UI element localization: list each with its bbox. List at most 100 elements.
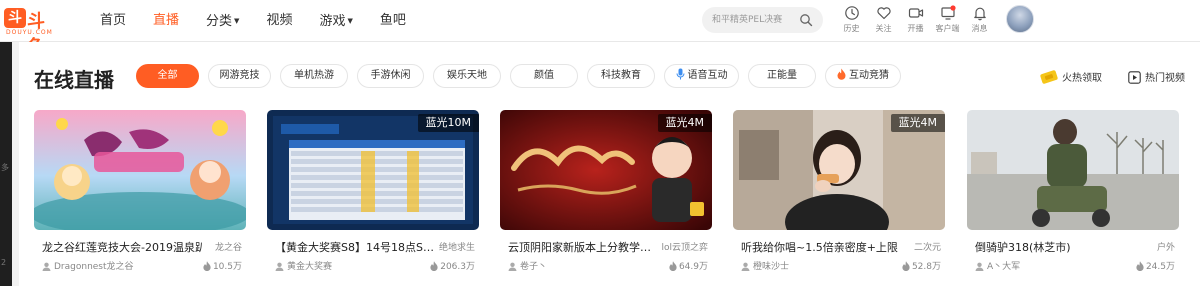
heart-icon: [876, 7, 891, 20]
sidebar-glyph: 多: [1, 163, 9, 172]
stream-host[interactable]: 橙味沙士: [741, 259, 789, 272]
nav-fishbar[interactable]: 鱼吧: [380, 0, 406, 42]
filter-all[interactable]: 全部: [136, 64, 199, 88]
stream-category[interactable]: 二次元: [914, 240, 941, 253]
video-play-icon: [1128, 71, 1141, 84]
nav-video[interactable]: 视频: [266, 0, 292, 42]
client-label: 客户端: [935, 24, 960, 33]
stream-thumbnail[interactable]: [967, 110, 1179, 230]
live-room-card[interactable]: 蓝光10M 【黄金大奖赛S8】14号18点S… 绝地求生 黄金大奖赛 206.3…: [267, 110, 479, 286]
user-icon: [42, 262, 51, 271]
main-content: 在线直播 全部 网游竞技 单机热游 手游休闲 娱乐天地 颜值 科技教育 语音互动…: [12, 42, 1200, 286]
hot-get-link[interactable]: 火热领取: [1040, 69, 1102, 84]
nav-live[interactable]: 直播: [153, 0, 179, 42]
stream-heat: 10.5万: [203, 259, 242, 272]
filter-positive-energy[interactable]: 正能量: [748, 64, 816, 88]
stream-host[interactable]: 卷子丶: [508, 259, 547, 272]
stream-title[interactable]: 云顶阴阳家新版本上分教学…: [508, 239, 668, 255]
user-icon: [741, 262, 750, 271]
stream-host[interactable]: Dragonnest龙之谷: [42, 259, 134, 272]
stream-title[interactable]: 听我给你唱~1.5倍亲密度+上限: [741, 239, 901, 255]
stream-heat: 24.5万: [1136, 259, 1175, 272]
fire-icon: [430, 261, 438, 271]
fire-icon: [1136, 261, 1144, 271]
header-tools: 历史 关注 开播 客户端 消息: [836, 5, 996, 34]
quality-badge: 蓝光4M: [890, 114, 945, 132]
messages-label: 消息: [971, 24, 988, 33]
category-filters: 全部 网游竞技 单机热游 手游休闲 娱乐天地 颜值 科技教育 语音互动 正能量 …: [136, 64, 910, 88]
avatar[interactable]: [1006, 5, 1034, 33]
history-button[interactable]: 历史: [836, 5, 867, 34]
stream-thumbnail[interactable]: 蓝光10M: [267, 110, 479, 230]
stream-heat: 64.9万: [669, 259, 708, 272]
stream-thumbnail[interactable]: 蓝光4M: [500, 110, 712, 230]
stream-title[interactable]: 倒骑驴318(林芝市): [975, 239, 1135, 255]
flame-icon: [837, 68, 846, 80]
history-label: 历史: [843, 24, 860, 33]
fire-icon: [669, 261, 677, 271]
user-icon: [275, 262, 284, 271]
live-room-card[interactable]: 蓝光4M 云顶阴阳家新版本上分教学… lol云顶之弈 卷子丶 64.9万: [500, 110, 712, 286]
start-stream-label: 开播: [907, 24, 924, 33]
camera-icon: [908, 8, 923, 18]
clock-icon: [844, 6, 859, 20]
monitor-icon: [940, 5, 956, 20]
page-title: 在线直播: [34, 68, 114, 92]
fire-icon: [902, 261, 910, 271]
stream-thumbnail[interactable]: [34, 110, 246, 230]
hot-video-link[interactable]: 热门视频: [1128, 69, 1185, 84]
filter-single-games[interactable]: 单机热游: [280, 64, 348, 88]
live-room-card[interactable]: 倒骑驴318(林芝市) 户外 A丶大军 24.5万: [967, 110, 1179, 286]
chevron-down-icon: ▼: [234, 17, 240, 25]
stream-heat: 206.3万: [430, 259, 475, 272]
user-icon: [508, 262, 517, 271]
stream-category[interactable]: 绝地求生: [439, 240, 475, 253]
logo-subtext: DOUYU.COM: [6, 29, 53, 36]
nav-home[interactable]: 首页: [100, 0, 126, 42]
filter-beauty[interactable]: 颜值: [510, 64, 578, 88]
quality-badge: 蓝光10M: [417, 114, 479, 132]
fire-icon: [203, 261, 211, 271]
user-icon: [975, 262, 984, 271]
stream-title[interactable]: 【黄金大奖赛S8】14号18点S…: [275, 239, 435, 255]
filter-entertainment[interactable]: 娱乐天地: [433, 64, 501, 88]
live-panel: 在线直播 全部 网游竞技 单机热游 手游休闲 娱乐天地 颜值 科技教育 语音互动…: [19, 42, 1200, 286]
filter-voice[interactable]: 语音互动: [664, 64, 739, 88]
search-icon[interactable]: [799, 13, 813, 27]
thumbnail-art: [34, 110, 246, 230]
filter-quiz[interactable]: 互动竞猜: [825, 64, 901, 88]
nav-games[interactable]: 游戏 ▼: [319, 0, 352, 42]
ticket-icon: [1040, 70, 1058, 84]
messages-button[interactable]: 消息: [964, 5, 995, 34]
start-stream-button[interactable]: 开播: [900, 5, 931, 34]
stream-thumbnail[interactable]: 蓝光4M: [733, 110, 945, 230]
stream-category[interactable]: 龙之谷: [215, 240, 242, 253]
filter-tech-education[interactable]: 科技教育: [587, 64, 655, 88]
sidebar-glyph: 2: [1, 258, 7, 267]
left-sidebar-strip: 多 2: [0, 42, 12, 286]
live-room-card[interactable]: 龙之谷红莲竞技大会-2019温泉趴 龙之谷 Dragonnest龙之谷 10.5…: [34, 110, 246, 286]
stream-host[interactable]: A丶大军: [975, 259, 1020, 272]
top-header: 斗 斗鱼 DOUYU.COM 首页 直播 分类▼ 视频 游戏▼ 鱼吧 历史 关注…: [0, 0, 1200, 58]
follow-label: 关注: [875, 24, 892, 33]
filter-online-games[interactable]: 网游竞技: [208, 64, 271, 88]
stream-host[interactable]: 黄金大奖赛: [275, 259, 332, 272]
main-nav: 首页 直播 分类 ▼ 视频 游戏 ▼ 鱼吧: [100, 0, 433, 42]
stream-title[interactable]: 龙之谷红莲竞技大会-2019温泉趴: [42, 239, 202, 255]
client-download-button[interactable]: 客户端: [932, 5, 963, 34]
douyu-logo[interactable]: 斗 斗鱼 DOUYU.COM: [4, 6, 60, 58]
mic-icon: [676, 68, 684, 80]
follow-button[interactable]: 关注: [868, 5, 899, 34]
stream-heat: 52.8万: [902, 259, 941, 272]
quality-badge: 蓝光4M: [657, 114, 712, 132]
stream-category[interactable]: 户外: [1157, 240, 1175, 253]
thumbnail-art: [967, 110, 1179, 230]
bell-icon: [973, 7, 986, 21]
search-input[interactable]: [712, 12, 792, 28]
nav-category[interactable]: 分类 ▼: [206, 0, 239, 42]
filter-mobile-games[interactable]: 手游休闲: [357, 64, 424, 88]
stream-category[interactable]: lol云顶之弈: [661, 240, 708, 253]
chevron-down-icon: ▼: [347, 17, 353, 25]
live-room-card[interactable]: 蓝光4M 听我给你唱~1.5倍亲密度+上限 二次元 橙味沙士 52.8万: [733, 110, 945, 286]
search-box: [702, 7, 823, 33]
